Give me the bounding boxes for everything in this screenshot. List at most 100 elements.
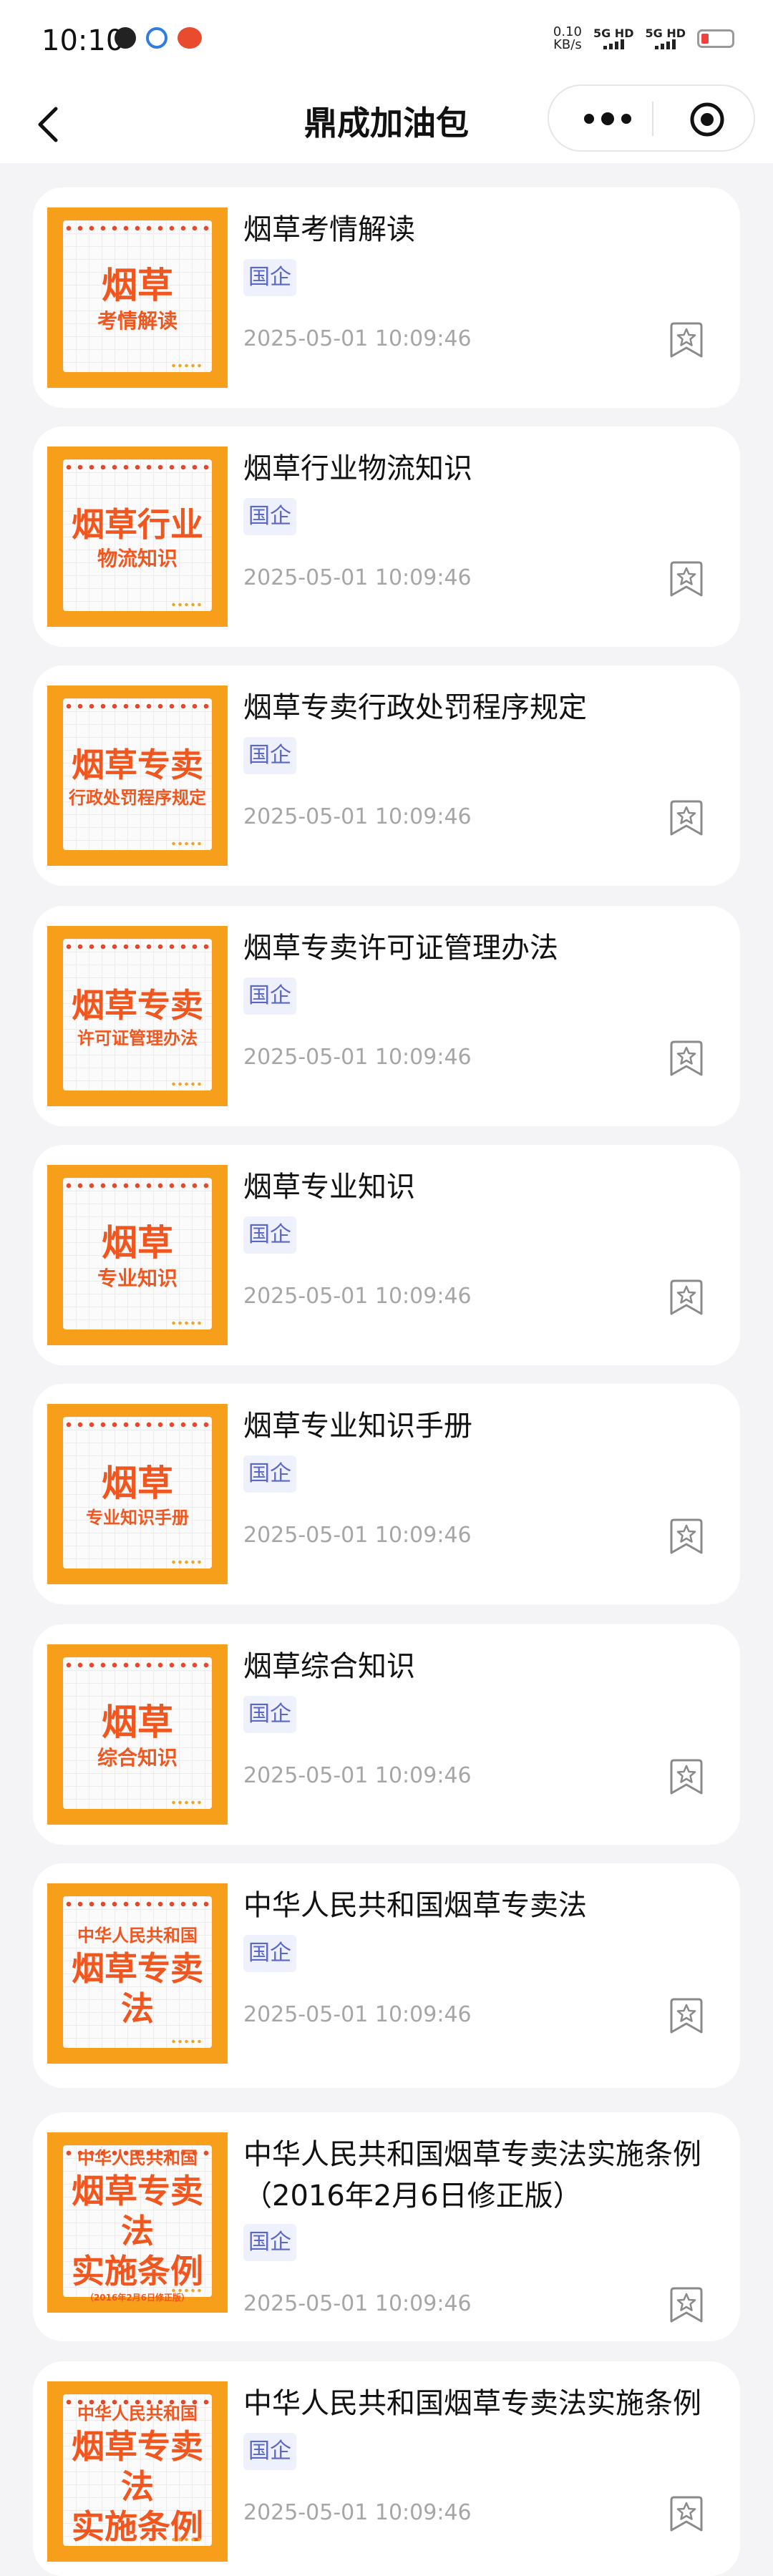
list-item[interactable]: 烟草 专业知识 烟草专业知识 国企 2025-05-01 10:09:46	[33, 1145, 740, 1365]
notebook-rings	[63, 1421, 212, 1428]
category-tag: 国企	[243, 977, 296, 1015]
status-time: 10:10	[42, 24, 125, 57]
item-title: 烟草综合知识	[243, 1650, 415, 1683]
star-bookmark-icon	[670, 1998, 703, 2034]
category-tag: 国企	[243, 259, 296, 296]
item-date: 2025-05-01 10:09:46	[243, 1763, 472, 1788]
signal-bars-icon	[645, 39, 686, 49]
favorite-button[interactable]	[669, 799, 704, 837]
thumbnail-line: 烟草	[102, 1463, 173, 1504]
notebook-rings	[63, 703, 212, 710]
thumbnail-notebook: 中华人民共和国 烟草专卖法	[63, 1896, 212, 2048]
chat-bubble-icon	[115, 27, 136, 49]
more-button[interactable]	[579, 106, 636, 132]
list-item[interactable]: 烟草专卖 行政处罚程序规定 烟草专卖行政处罚程序规定 国企 2025-05-01 10:…	[33, 665, 740, 886]
thumbnail-line: 中华人民共和国	[77, 2148, 198, 2168]
star-bookmark-icon	[670, 1279, 703, 1315]
item-date: 2025-05-01 10:09:46	[243, 2002, 472, 2027]
list-item[interactable]: 烟草 综合知识 烟草综合知识 国企 2025-05-01 10:09:46	[33, 1624, 740, 1845]
nav-bar: 鼎成加油包	[0, 84, 773, 163]
item-date: 2025-05-01 10:09:46	[243, 565, 472, 590]
thumbnail-line: 中华人民共和国	[77, 2404, 198, 2424]
item-thumbnail: 中华人民共和国 烟草专卖法 实施条例	[47, 2381, 228, 2562]
category-tag: 国企	[243, 737, 296, 774]
favorite-button[interactable]	[669, 560, 704, 598]
signal-2: 5G HD	[645, 28, 686, 49]
item-title: 烟草专业知识手册	[243, 1410, 472, 1443]
thumbnail-line: （2016年2月6日修正版）	[84, 2293, 190, 2303]
target-icon	[690, 102, 724, 137]
item-date: 2025-05-01 10:09:46	[243, 1523, 472, 1548]
thumbnail-line: 物流知识	[97, 547, 178, 570]
item-title: 烟草行业物流知识	[243, 452, 472, 485]
favorite-button[interactable]	[669, 1757, 704, 1796]
list-item[interactable]: 烟草专卖 许可证管理办法 烟草专卖许可证管理办法 国企 2025-05-01 10:09…	[33, 906, 740, 1126]
thumbnail-text: 中华人民共和国 烟草专卖法	[63, 1915, 212, 2036]
thumbnail-line: 行政处罚程序规定	[69, 788, 206, 808]
item-thumbnail: 烟草 考情解读	[47, 208, 228, 388]
status-right: 0.10 KB/s 5G HD 5G HD	[553, 26, 734, 52]
item-title: 烟草专卖许可证管理办法	[243, 932, 558, 965]
star-bookmark-icon	[670, 322, 703, 358]
favorite-button[interactable]	[669, 2285, 704, 2324]
list-item[interactable]: 中华人民共和国 烟草专卖法 实施条例 中华人民共和国烟草专卖法实施条例 国企 2025-0…	[33, 2361, 740, 2576]
item-date: 2025-05-01 10:09:46	[243, 326, 472, 351]
thumbnail-text: 烟草 专业知识手册	[63, 1435, 212, 1557]
thumbnail-notebook: 烟草专卖 许可证管理办法	[63, 939, 212, 1091]
favorite-button[interactable]	[669, 321, 704, 359]
weibo-icon	[178, 27, 202, 49]
favorite-button[interactable]	[669, 1039, 704, 1078]
star-bookmark-icon	[670, 1518, 703, 1554]
favorite-button[interactable]	[669, 1517, 704, 1556]
item-date: 2025-05-01 10:09:46	[243, 2500, 472, 2525]
star-bookmark-icon	[670, 2496, 703, 2532]
star-bookmark-icon	[670, 1040, 703, 1076]
thumbnail-dots	[170, 841, 202, 846]
item-thumbnail: 烟草 专业知识手册	[47, 1404, 228, 1584]
mini-program-capsule	[548, 84, 755, 152]
thumbnail-dots	[170, 364, 202, 368]
favorite-button[interactable]	[669, 1278, 704, 1317]
list-item[interactable]: 烟草行业 物流知识 烟草行业物流知识 国企 2025-05-01 10:09:46	[33, 426, 740, 647]
list-item[interactable]: 烟草 专业知识手册 烟草专业知识手册 国企 2025-05-01 10:09:46	[33, 1384, 740, 1604]
notebook-rings	[63, 225, 212, 232]
battery-icon	[697, 29, 734, 48]
category-tag: 国企	[243, 1216, 296, 1254]
list-item[interactable]: 中华人民共和国 烟草专卖法 实施条例 （2016年2月6日修正版） 中华人民共和国烟草专…	[33, 2112, 740, 2341]
thumbnail-line: 综合知识	[97, 1746, 178, 1770]
item-title: 烟草专卖行政处罚程序规定	[243, 691, 587, 724]
item-title: 中华人民共和国烟草专卖法实施条例（2016年2月6日修正版）	[243, 2138, 701, 2212]
thumbnail-dots	[170, 1800, 202, 1805]
status-bar: 10:10 0.10 KB/s 5G HD 5G HD	[0, 0, 773, 84]
item-title: 中华人民共和国烟草专卖法实施条例	[243, 2387, 701, 2420]
list-item[interactable]: 烟草 考情解读 烟草考情解读 国企 2025-05-01 10:09:46	[33, 187, 740, 408]
thumbnail-notebook: 中华人民共和国 烟草专卖法 实施条例	[63, 2394, 212, 2546]
favorite-button[interactable]	[669, 2494, 704, 2533]
thumbnail-line: 中华人民共和国	[77, 1926, 198, 1946]
thumbnail-notebook: 烟草 综合知识	[63, 1657, 212, 1809]
item-title: 烟草考情解读	[243, 213, 415, 246]
close-mini-program-button[interactable]	[689, 102, 725, 137]
item-date: 2025-05-01 10:09:46	[243, 1284, 472, 1309]
item-title: 中华人民共和国烟草专卖法	[243, 1889, 587, 1922]
thumbnail-line: 许可证管理办法	[77, 1028, 198, 1048]
item-date: 2025-05-01 10:09:46	[243, 2291, 472, 2316]
star-bookmark-icon	[670, 1759, 703, 1795]
thumbnail-line: 烟草	[102, 1222, 173, 1264]
item-thumbnail: 烟草 专业知识	[47, 1165, 228, 1345]
thumbnail-text: 烟草 综合知识	[63, 1676, 212, 1797]
thumbnail-dots	[170, 2537, 202, 2542]
item-thumbnail: 烟草 综合知识	[47, 1644, 228, 1825]
notebook-rings	[63, 943, 212, 950]
notebook-rings	[63, 1901, 212, 1908]
thumbnail-notebook: 烟草行业 物流知识	[63, 459, 212, 611]
item-date: 2025-05-01 10:09:46	[243, 804, 472, 829]
list-item[interactable]: 中华人民共和国 烟草专卖法 中华人民共和国烟草专卖法 国企 2025-05-01 10:…	[33, 1863, 740, 2088]
status-notification-icons	[115, 27, 202, 49]
category-tag: 国企	[243, 1696, 296, 1733]
thumbnail-notebook: 烟草 专业知识	[63, 1178, 212, 1330]
item-thumbnail: 中华人民共和国 烟草专卖法 实施条例 （2016年2月6日修正版）	[47, 2132, 228, 2313]
thumbnail-line: 烟草专卖法	[72, 2172, 203, 2250]
favorite-button[interactable]	[669, 1996, 704, 2035]
item-date: 2025-05-01 10:09:46	[243, 1045, 472, 1070]
